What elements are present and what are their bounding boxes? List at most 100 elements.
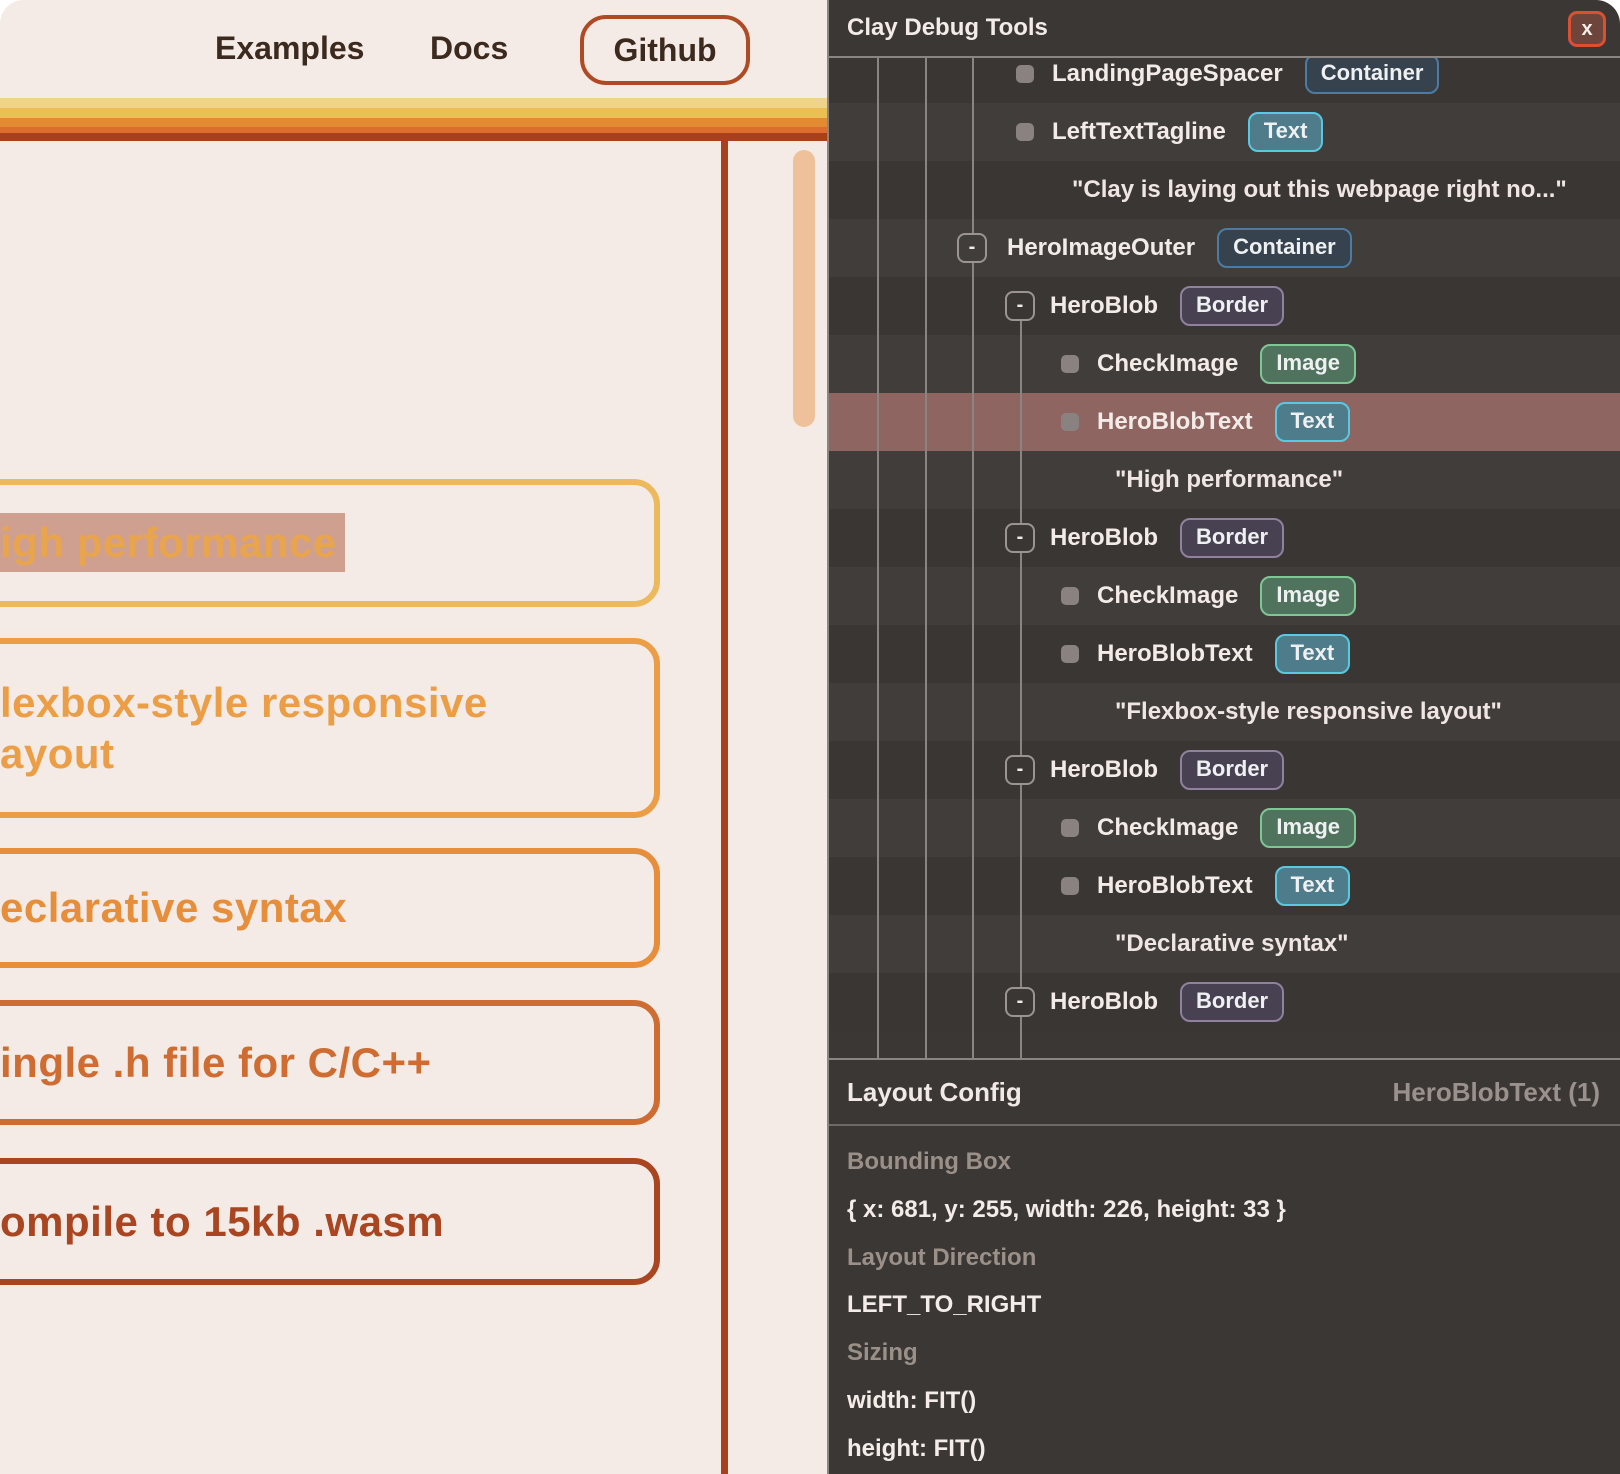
node-name: CheckImage [1097, 582, 1238, 610]
node-name: CheckImage [1097, 814, 1238, 842]
feature-text: igh performance [0, 517, 345, 568]
tree-row[interactable]: -HeroBlob Border [829, 973, 1620, 1031]
tree-row[interactable]: HeroBlobText Text [829, 625, 1620, 683]
github-button-label: Github [613, 32, 716, 69]
node-label-group: LandingPageSpacerContainer [1052, 58, 1439, 103]
page-vertical-divider [721, 140, 728, 1474]
stripe [0, 133, 827, 141]
node-type-badge: Image [1260, 808, 1356, 848]
feature-text: eclarative syntax [0, 882, 347, 933]
feature-text: lexbox-style responsive ayout [0, 677, 570, 779]
close-icon: x [1581, 19, 1592, 39]
config-field-label: Layout Direction [847, 1244, 1602, 1273]
tree-row[interactable]: -HeroBlobBorder [829, 741, 1620, 799]
app-window: Examples Docs Github igh performance lexb… [0, 0, 1620, 1474]
tree-row[interactable]: CheckImage Image [829, 799, 1620, 857]
text-preview: "High performance" [1115, 466, 1343, 494]
tree-row[interactable]: LandingPageSpacerContainer [829, 58, 1620, 103]
tree-indent-guide [877, 58, 879, 1058]
tree-row[interactable]: HeroBlobText Text [829, 393, 1620, 451]
stripe [0, 108, 827, 118]
node-name: HeroBlobText [1097, 408, 1253, 436]
selected-element-label: HeroBlobText (1) [1392, 1077, 1600, 1108]
node-type-badge: Text [1275, 866, 1351, 906]
node-name: HeroImageOuter [1007, 234, 1195, 262]
clay-debug-panel: Clay Debug Tools x LandingPageSpacerCont… [827, 0, 1620, 1474]
tree-row[interactable]: HeroBlobTextText [829, 857, 1620, 915]
debug-highlight-overlay: igh performance [0, 513, 345, 572]
web-page: Examples Docs Github igh performance lexb… [0, 0, 827, 1474]
tree-row[interactable]: CheckImage Image [829, 335, 1620, 393]
node-label-group: CheckImage Image [1097, 799, 1356, 857]
node-type-badge: Text [1248, 112, 1324, 152]
node-label-group: LeftTextTagline Text [1052, 103, 1323, 161]
stripe [0, 98, 827, 108]
node-type-badge: Border [1180, 982, 1284, 1022]
node-type-badge: Text [1275, 402, 1351, 442]
page-scrollbar-thumb[interactable] [793, 150, 815, 427]
node-name: CheckImage [1097, 350, 1238, 378]
node-type-badge: Border [1180, 518, 1284, 558]
layout-config-body: Bounding Box{ x: 681, y: 255, width: 226… [829, 1126, 1620, 1464]
debug-panel-title: Clay Debug Tools [847, 14, 1048, 42]
node-type-badge: Image [1260, 344, 1356, 384]
feature-box: igh performance [0, 479, 660, 607]
node-bullet-icon [1016, 65, 1034, 83]
node-name: HeroBlobText [1097, 640, 1253, 668]
collapse-button[interactable]: - [957, 233, 987, 263]
node-type-badge: Container [1217, 228, 1352, 268]
config-field-value: { x: 681, y: 255, width: 226, height: 33… [847, 1196, 1602, 1225]
nav-link-examples[interactable]: Examples [215, 30, 364, 67]
collapse-button[interactable]: - [1005, 755, 1035, 785]
tree-preview-row: "Flexbox-style responsive layout" [829, 683, 1620, 741]
debug-panel-header: Clay Debug Tools x [829, 0, 1620, 58]
node-label-group: CheckImage Image [1097, 567, 1356, 625]
feature-text: ingle .h file for C/C++ [0, 1037, 432, 1088]
node-bullet-icon [1061, 413, 1079, 431]
tree-row[interactable]: CheckImage Image [829, 567, 1620, 625]
feature-box: lexbox-style responsive ayout [0, 638, 660, 818]
node-label-group: HeroBlobTextText [1097, 857, 1350, 915]
config-field-value: LEFT_TO_RIGHT [847, 1291, 1602, 1320]
nav-link-docs[interactable]: Docs [430, 30, 508, 67]
tree-indent-guide [925, 58, 927, 1058]
node-label-group: HeroImageOuter Container [1007, 219, 1352, 277]
config-field-value: width: FIT() [847, 1387, 1602, 1416]
node-name: HeroBlob [1050, 524, 1158, 552]
stripe [0, 118, 827, 127]
text-preview: "Clay is laying out this webpage right n… [1072, 176, 1567, 204]
collapse-button[interactable]: - [1005, 523, 1035, 553]
node-type-badge: Text [1275, 634, 1351, 674]
collapse-button[interactable]: - [1005, 291, 1035, 321]
node-name: HeroBlob [1050, 292, 1158, 320]
tree-row[interactable]: LeftTextTagline Text [829, 103, 1620, 161]
feature-box: ingle .h file for C/C++ [0, 1000, 660, 1125]
node-label-group: HeroBlob Border [1050, 973, 1284, 1031]
node-type-badge: Image [1260, 576, 1356, 616]
feature-box: eclarative syntax [0, 848, 660, 968]
tree-row[interactable]: -HeroBlobBorder [829, 277, 1620, 335]
tree-indent-guide [972, 58, 974, 233]
layout-config-header: Layout Config HeroBlobText (1) [829, 1060, 1620, 1126]
node-label-group: HeroBlobText Text [1097, 393, 1350, 451]
tree-indent-guide [1020, 1017, 1022, 1058]
node-name: LeftTextTagline [1052, 118, 1226, 146]
node-label-group: HeroBlob Border [1050, 509, 1284, 567]
tree-indent-guide [1020, 321, 1022, 523]
tree-preview-row: "Clay is laying out this webpage right n… [829, 161, 1620, 219]
feature-text: ompile to 15kb .wasm [0, 1196, 444, 1247]
text-preview: "Flexbox-style responsive layout" [1115, 698, 1502, 726]
node-name: HeroBlob [1050, 988, 1158, 1016]
text-preview: "Declarative syntax" [1115, 930, 1349, 958]
node-bullet-icon [1061, 645, 1079, 663]
config-field-value: height: FIT() [847, 1435, 1602, 1464]
node-label-group: HeroBlobBorder [1050, 741, 1284, 799]
decorative-stripe-band [0, 98, 827, 141]
node-type-badge: Border [1180, 750, 1284, 790]
github-button[interactable]: Github [580, 15, 750, 85]
tree-row[interactable]: -HeroImageOuter Container [829, 219, 1620, 277]
collapse-button[interactable]: - [1005, 987, 1035, 1017]
tree-row[interactable]: -HeroBlob Border [829, 509, 1620, 567]
tree-preview-row: "High performance" [829, 451, 1620, 509]
close-button[interactable]: x [1568, 11, 1606, 47]
